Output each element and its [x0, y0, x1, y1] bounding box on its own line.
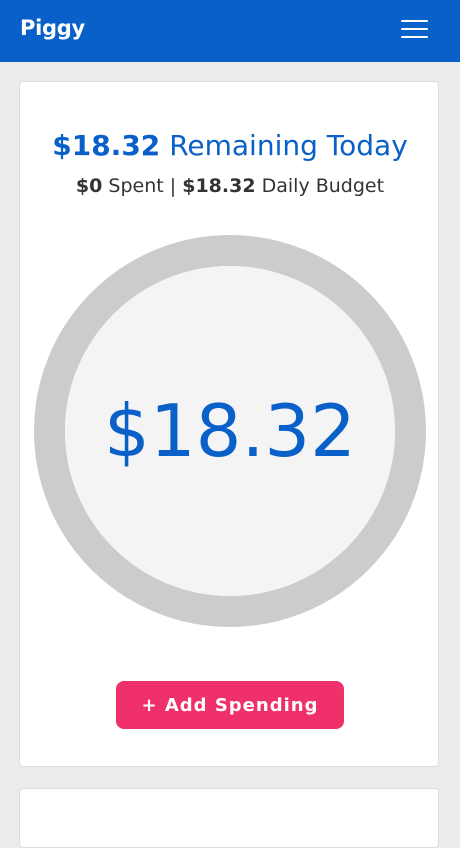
spent-label: Spent	[108, 175, 164, 197]
menu-bar-top	[401, 20, 428, 22]
navbar: Piggy	[0, 0, 460, 62]
spent-amount: $0	[75, 175, 103, 197]
remaining-amount: $18.32	[52, 129, 161, 162]
hamburger-menu-icon[interactable]	[398, 16, 430, 44]
brand-logo[interactable]: Piggy	[20, 16, 85, 40]
remaining-today-heading: $18.32 Remaining Today	[0, 129, 460, 162]
menu-bar-bottom	[401, 36, 428, 38]
summary-separator: |	[169, 175, 177, 197]
remaining-label: Remaining Today	[169, 129, 408, 162]
next-card	[19, 788, 439, 848]
budget-label: Daily Budget	[261, 175, 385, 197]
budget-amount: $18.32	[182, 175, 256, 197]
menu-bar-middle	[401, 28, 428, 30]
add-spending-button[interactable]: + Add Spending	[116, 681, 344, 729]
spent-budget-summary: $0 Spent | $18.32 Daily Budget	[0, 175, 460, 197]
gauge-center-amount: $18.32	[104, 389, 356, 473]
